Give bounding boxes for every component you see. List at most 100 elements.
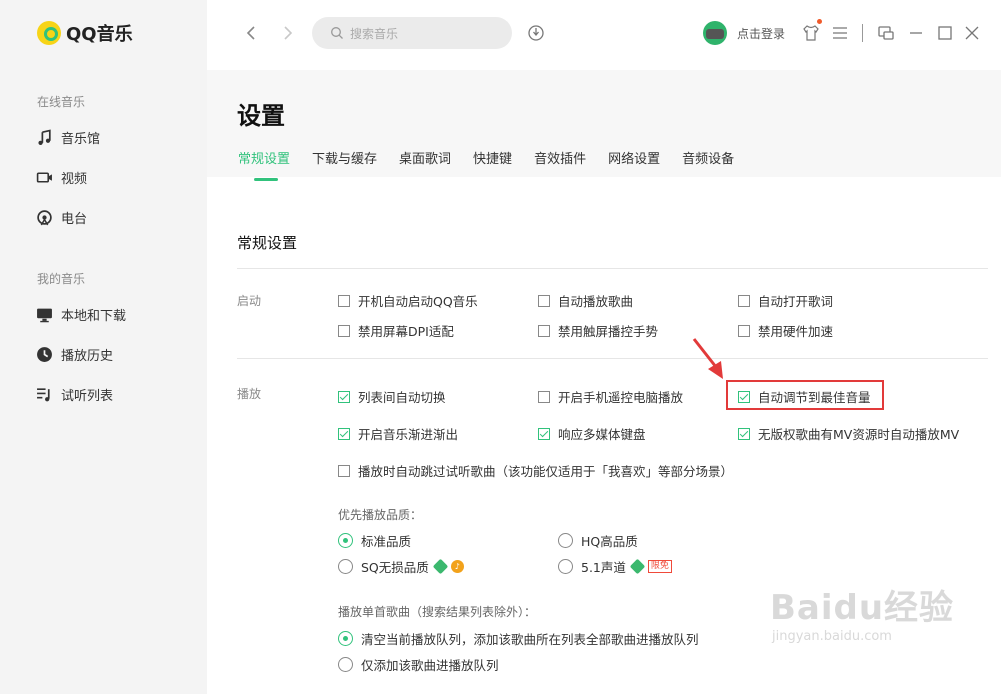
sidebar-item-music-hall[interactable]: 音乐馆 [36, 127, 100, 147]
divider [237, 268, 988, 269]
toolbar-divider [862, 24, 863, 42]
minimize-icon[interactable] [907, 24, 925, 42]
checkbox-label: 开启音乐渐进渐出 [358, 427, 459, 442]
sidebar-item-label: 播放历史 [61, 348, 114, 364]
checkbox-auto-play-mv[interactable]: 无版权歌曲有MV资源时自动播放MV [738, 424, 959, 443]
checkbox-auto-play[interactable]: 自动播放歌曲 [538, 291, 633, 310]
search-placeholder: 搜索音乐 [350, 26, 399, 41]
checkbox-box[interactable] [738, 427, 750, 440]
tab-download-cache[interactable]: 下载与缓存 [312, 148, 377, 167]
checkbox-label: 自动打开歌词 [758, 294, 834, 309]
radio-icon [37, 209, 52, 225]
checkbox-fade-in-out[interactable]: 开启音乐渐进渐出 [338, 424, 458, 443]
sidebar-item-label: 音乐馆 [61, 131, 101, 147]
radio-label: 清空当前播放队列，添加该歌曲所在列表全部歌曲进播放队列 [361, 632, 699, 647]
checkbox-box[interactable] [738, 324, 750, 337]
sidebar-group-my-music: 我的音乐 [37, 272, 86, 286]
radio-add-to-queue[interactable]: 仅添加该歌曲进播放队列 [338, 655, 499, 674]
divider [237, 358, 988, 359]
top-bar: 搜索音乐 点击登录 [207, 0, 1001, 70]
sidebar-item-history[interactable]: 播放历史 [36, 344, 113, 364]
notification-dot [817, 19, 822, 24]
checkbox-skip-trial[interactable]: 播放时自动跳过试听歌曲（该功能仅适用于「我喜欢」等部分场景） [338, 461, 733, 480]
tab-desktop-lyrics[interactable]: 桌面歌词 [399, 148, 451, 167]
radio-label: 仅添加该歌曲进播放队列 [361, 658, 499, 673]
radio-replace-queue[interactable]: 清空当前播放队列，添加该歌曲所在列表全部歌曲进播放队列 [338, 629, 699, 648]
green-diamond-vip-icon [432, 558, 449, 575]
radio-button[interactable] [338, 559, 353, 574]
sidebar-item-label: 电台 [61, 211, 88, 227]
settings-tabs: 常规设置 下载与缓存 桌面歌词 快捷键 音效插件 网络设置 音频设备 [238, 148, 756, 181]
radio-label: 5.1声道 [581, 560, 626, 575]
search-input[interactable]: 搜索音乐 [312, 17, 512, 49]
checkbox-box[interactable] [538, 427, 550, 440]
red-arrow-annotation-icon [692, 338, 723, 379]
tab-network[interactable]: 网络设置 [608, 148, 660, 167]
radio-button[interactable] [338, 533, 353, 548]
app-logo[interactable]: QQ音乐 [37, 20, 133, 46]
checkbox-box[interactable] [538, 390, 550, 403]
playlist-icon [37, 387, 50, 401]
skin-shirt-icon[interactable] [802, 24, 820, 42]
checkbox-label: 开机自动启动QQ音乐 [358, 294, 478, 309]
mini-mode-icon[interactable] [877, 24, 895, 42]
checkbox-disable-hw-accel[interactable]: 禁用硬件加速 [738, 321, 833, 340]
tab-audio-plugins[interactable]: 音效插件 [534, 148, 586, 167]
sidebar-item-radio[interactable]: 电台 [36, 207, 87, 227]
maximize-icon[interactable] [936, 24, 954, 42]
radio-hq-quality[interactable]: HQ高品质 [558, 531, 638, 550]
checkbox-phone-remote[interactable]: 开启手机遥控电脑播放 [538, 387, 683, 406]
checkbox-box[interactable] [538, 294, 550, 307]
menu-icon[interactable] [831, 24, 849, 42]
tab-general[interactable]: 常规设置 [238, 148, 290, 181]
radio-label: 标准品质 [361, 534, 412, 549]
radio-label: SQ无损品质 [361, 560, 429, 575]
listen-recognize-icon[interactable] [527, 24, 545, 42]
watermark: Baidu经验 jingyan.baidu.com [770, 580, 954, 644]
radio-button[interactable] [338, 657, 353, 672]
radio-51-channel[interactable]: 5.1声道 限免 [558, 557, 672, 576]
checkbox-media-keys[interactable]: 响应多媒体键盘 [538, 424, 646, 443]
checkbox-box[interactable] [338, 427, 350, 440]
checkbox-box[interactable] [338, 390, 350, 403]
single-song-title: 播放单首歌曲（搜索结果列表除外）： [338, 605, 537, 619]
forward-arrow-icon[interactable] [277, 23, 297, 43]
video-icon [36, 171, 52, 183]
sidebar-item-trial-list[interactable]: 试听列表 [36, 384, 113, 404]
checkbox-box[interactable] [338, 324, 350, 337]
startup-label: 启动 [237, 294, 262, 308]
checkbox-box[interactable] [338, 294, 350, 307]
radio-standard-quality[interactable]: 标准品质 [338, 531, 411, 550]
checkbox-label: 开启手机遥控电脑播放 [558, 390, 684, 405]
app-name: QQ音乐 [66, 24, 133, 45]
radio-button[interactable] [338, 631, 353, 646]
radio-button[interactable] [558, 533, 573, 548]
checkbox-auto-open-lyrics[interactable]: 自动打开歌词 [738, 291, 833, 310]
close-icon[interactable] [963, 24, 981, 42]
tab-audio-device[interactable]: 音频设备 [682, 148, 734, 167]
back-arrow-icon[interactable] [242, 23, 262, 43]
checkbox-label: 禁用硬件加速 [758, 324, 834, 339]
checkbox-label: 响应多媒体键盘 [558, 427, 646, 442]
checkbox-label: 禁用屏幕DPI适配 [358, 324, 454, 339]
radio-sq-quality[interactable]: SQ无损品质 ♪ [338, 557, 464, 576]
radio-button[interactable] [558, 559, 573, 574]
checkbox-box[interactable] [338, 464, 350, 477]
sidebar-item-local-download[interactable]: 本地和下载 [36, 304, 126, 324]
avatar[interactable] [703, 21, 727, 45]
tab-shortcuts[interactable]: 快捷键 [473, 148, 512, 167]
checkbox-disable-dpi[interactable]: 禁用屏幕DPI适配 [338, 321, 454, 340]
sidebar: QQ音乐 在线音乐 音乐馆 视频 电台 我的音乐 本地和下载 播放历史 试听列表 [0, 0, 207, 694]
section-title: 常规设置 [237, 234, 298, 252]
checkbox-box[interactable] [738, 294, 750, 307]
sidebar-item-label: 试听列表 [61, 388, 114, 404]
checkbox-label: 无版权歌曲有MV资源时自动播放MV [758, 427, 960, 442]
checkbox-auto-start[interactable]: 开机自动启动QQ音乐 [338, 291, 478, 310]
checkbox-box[interactable] [538, 324, 550, 337]
playback-label: 播放 [237, 387, 262, 401]
checkbox-disable-touch[interactable]: 禁用触屏播控手势 [538, 321, 658, 340]
page-title: 设置 [237, 102, 285, 130]
sidebar-item-video[interactable]: 视频 [36, 167, 87, 187]
login-link[interactable]: 点击登录 [737, 25, 785, 42]
checkbox-list-auto-switch[interactable]: 列表间自动切换 [338, 387, 446, 406]
